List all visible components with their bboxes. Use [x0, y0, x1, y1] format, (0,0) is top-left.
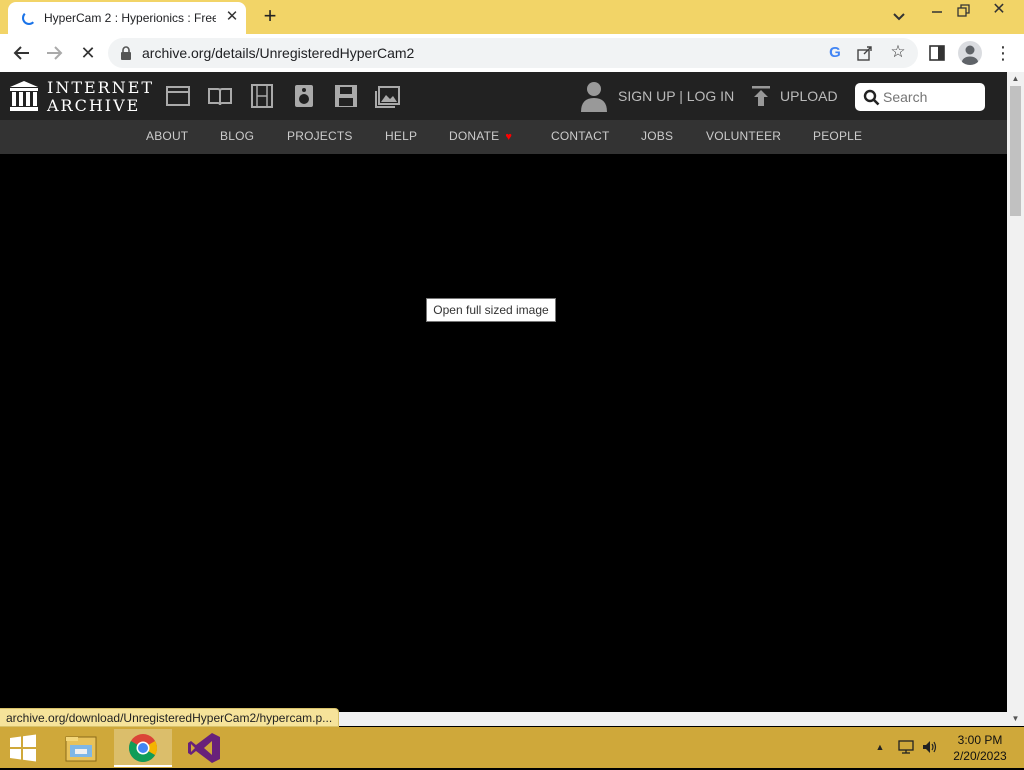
upload-link[interactable]: UPLOAD: [780, 88, 838, 104]
nav-blog[interactable]: BLOG: [220, 129, 254, 143]
scroll-down-arrow-icon[interactable]: ▼: [1010, 713, 1021, 724]
archive-logo-text[interactable]: INTERNET: [47, 78, 154, 97]
image-viewer[interactable]: Open full sized image: [0, 154, 1007, 712]
visual-studio-icon[interactable]: [186, 731, 224, 765]
archive-logo-text[interactable]: ARCHIVE: [47, 96, 140, 115]
nav-volunteer[interactable]: VOLUNTEER: [706, 129, 781, 143]
nav-jobs[interactable]: JOBS: [641, 129, 673, 143]
start-icon[interactable]: [8, 733, 38, 763]
tray-overflow-arrow-icon[interactable]: ▲: [874, 741, 886, 753]
window-close-icon[interactable]: ✕: [988, 0, 1010, 20]
nav-people[interactable]: PEOPLE: [813, 129, 862, 143]
chrome-icon: [129, 734, 157, 762]
audio-icon[interactable]: [291, 84, 317, 108]
search-icon[interactable]: [863, 89, 880, 106]
back-arrow-icon[interactable]: [10, 41, 34, 65]
upload-icon[interactable]: [750, 85, 772, 107]
images-icon[interactable]: [375, 84, 401, 108]
video-icon[interactable]: [249, 84, 275, 108]
forward-arrow-icon[interactable]: [42, 41, 66, 65]
browser-tab[interactable]: HyperCam 2 : Hyperionics : Free ✕: [8, 2, 246, 34]
signup-login-link[interactable]: SIGN UP | LOG IN: [618, 88, 734, 104]
file-explorer-icon[interactable]: [62, 731, 100, 765]
profile-avatar-icon[interactable]: [958, 41, 982, 65]
archive-top-bar: INTERNET ARCHIVE SIGN UP | LOG IN UPLOAD: [0, 72, 1007, 120]
texts-icon[interactable]: [207, 84, 233, 108]
nav-donate[interactable]: DONATE ♥: [449, 129, 512, 143]
scroll-up-arrow-icon[interactable]: ▲: [1010, 73, 1021, 84]
share-icon[interactable]: [856, 44, 874, 62]
heart-icon: ♥: [505, 131, 513, 143]
loading-spinner-icon: [22, 11, 36, 25]
stop-loading-icon[interactable]: ✕: [76, 41, 100, 65]
software-icon[interactable]: [333, 84, 359, 108]
tab-search-icon[interactable]: [888, 6, 910, 28]
new-tab-button[interactable]: +: [258, 4, 282, 28]
url-text[interactable]: archive.org/details/UnregisteredHyperCam…: [142, 45, 414, 61]
clock-time[interactable]: 3:00 PM: [940, 733, 1020, 747]
tab-close-icon[interactable]: ✕: [224, 7, 240, 27]
search-input[interactable]: [883, 83, 981, 111]
tab-title: HyperCam 2 : Hyperionics : Free: [44, 11, 216, 25]
window-minimize-icon[interactable]: [928, 2, 946, 20]
nav-projects[interactable]: PROJECTS: [287, 129, 353, 143]
clock-date[interactable]: 2/20/2023: [940, 749, 1020, 763]
vertical-scrollbar[interactable]: ▲ ▼: [1007, 72, 1024, 726]
volume-icon[interactable]: [921, 739, 939, 755]
browser-menu-icon[interactable]: ⋮: [994, 42, 1012, 64]
lock-icon[interactable]: [120, 46, 132, 60]
address-bar[interactable]: archive.org/details/UnregisteredHyperCam…: [108, 38, 918, 68]
link-status-bubble: archive.org/download/UnregisteredHyperCa…: [0, 708, 340, 727]
chrome-taskbar-button[interactable]: [114, 729, 172, 767]
bookmark-star-icon[interactable]: ☆: [888, 42, 908, 62]
google-lens-icon[interactable]: G: [826, 44, 844, 62]
user-icon[interactable]: [580, 80, 608, 112]
scroll-thumb[interactable]: [1010, 86, 1021, 216]
archive-logo-icon[interactable]: [10, 81, 38, 111]
browser-toolbar: ✕ archive.org/details/UnregisteredHyperC…: [0, 34, 1024, 72]
nav-contact[interactable]: CONTACT: [551, 129, 610, 143]
window-restore-icon[interactable]: [954, 2, 972, 20]
side-panel-icon[interactable]: [928, 44, 946, 62]
windows-taskbar: ▲ 3:00 PM 2/20/2023: [0, 727, 1024, 768]
nav-about[interactable]: ABOUT: [146, 129, 188, 143]
nav-help[interactable]: HELP: [385, 129, 417, 143]
web-icon[interactable]: [165, 84, 191, 108]
network-icon[interactable]: [897, 739, 915, 755]
browser-tab-strip: HyperCam 2 : Hyperionics : Free ✕ + ✕: [0, 0, 1024, 34]
archive-nav-bar: ABOUT BLOG PROJECTS HELP DONATE ♥ CONTACT…: [0, 120, 1007, 154]
archive-search-box[interactable]: [855, 83, 985, 111]
nav-donate-label: DONATE: [449, 129, 500, 143]
tooltip: Open full sized image: [426, 298, 556, 322]
